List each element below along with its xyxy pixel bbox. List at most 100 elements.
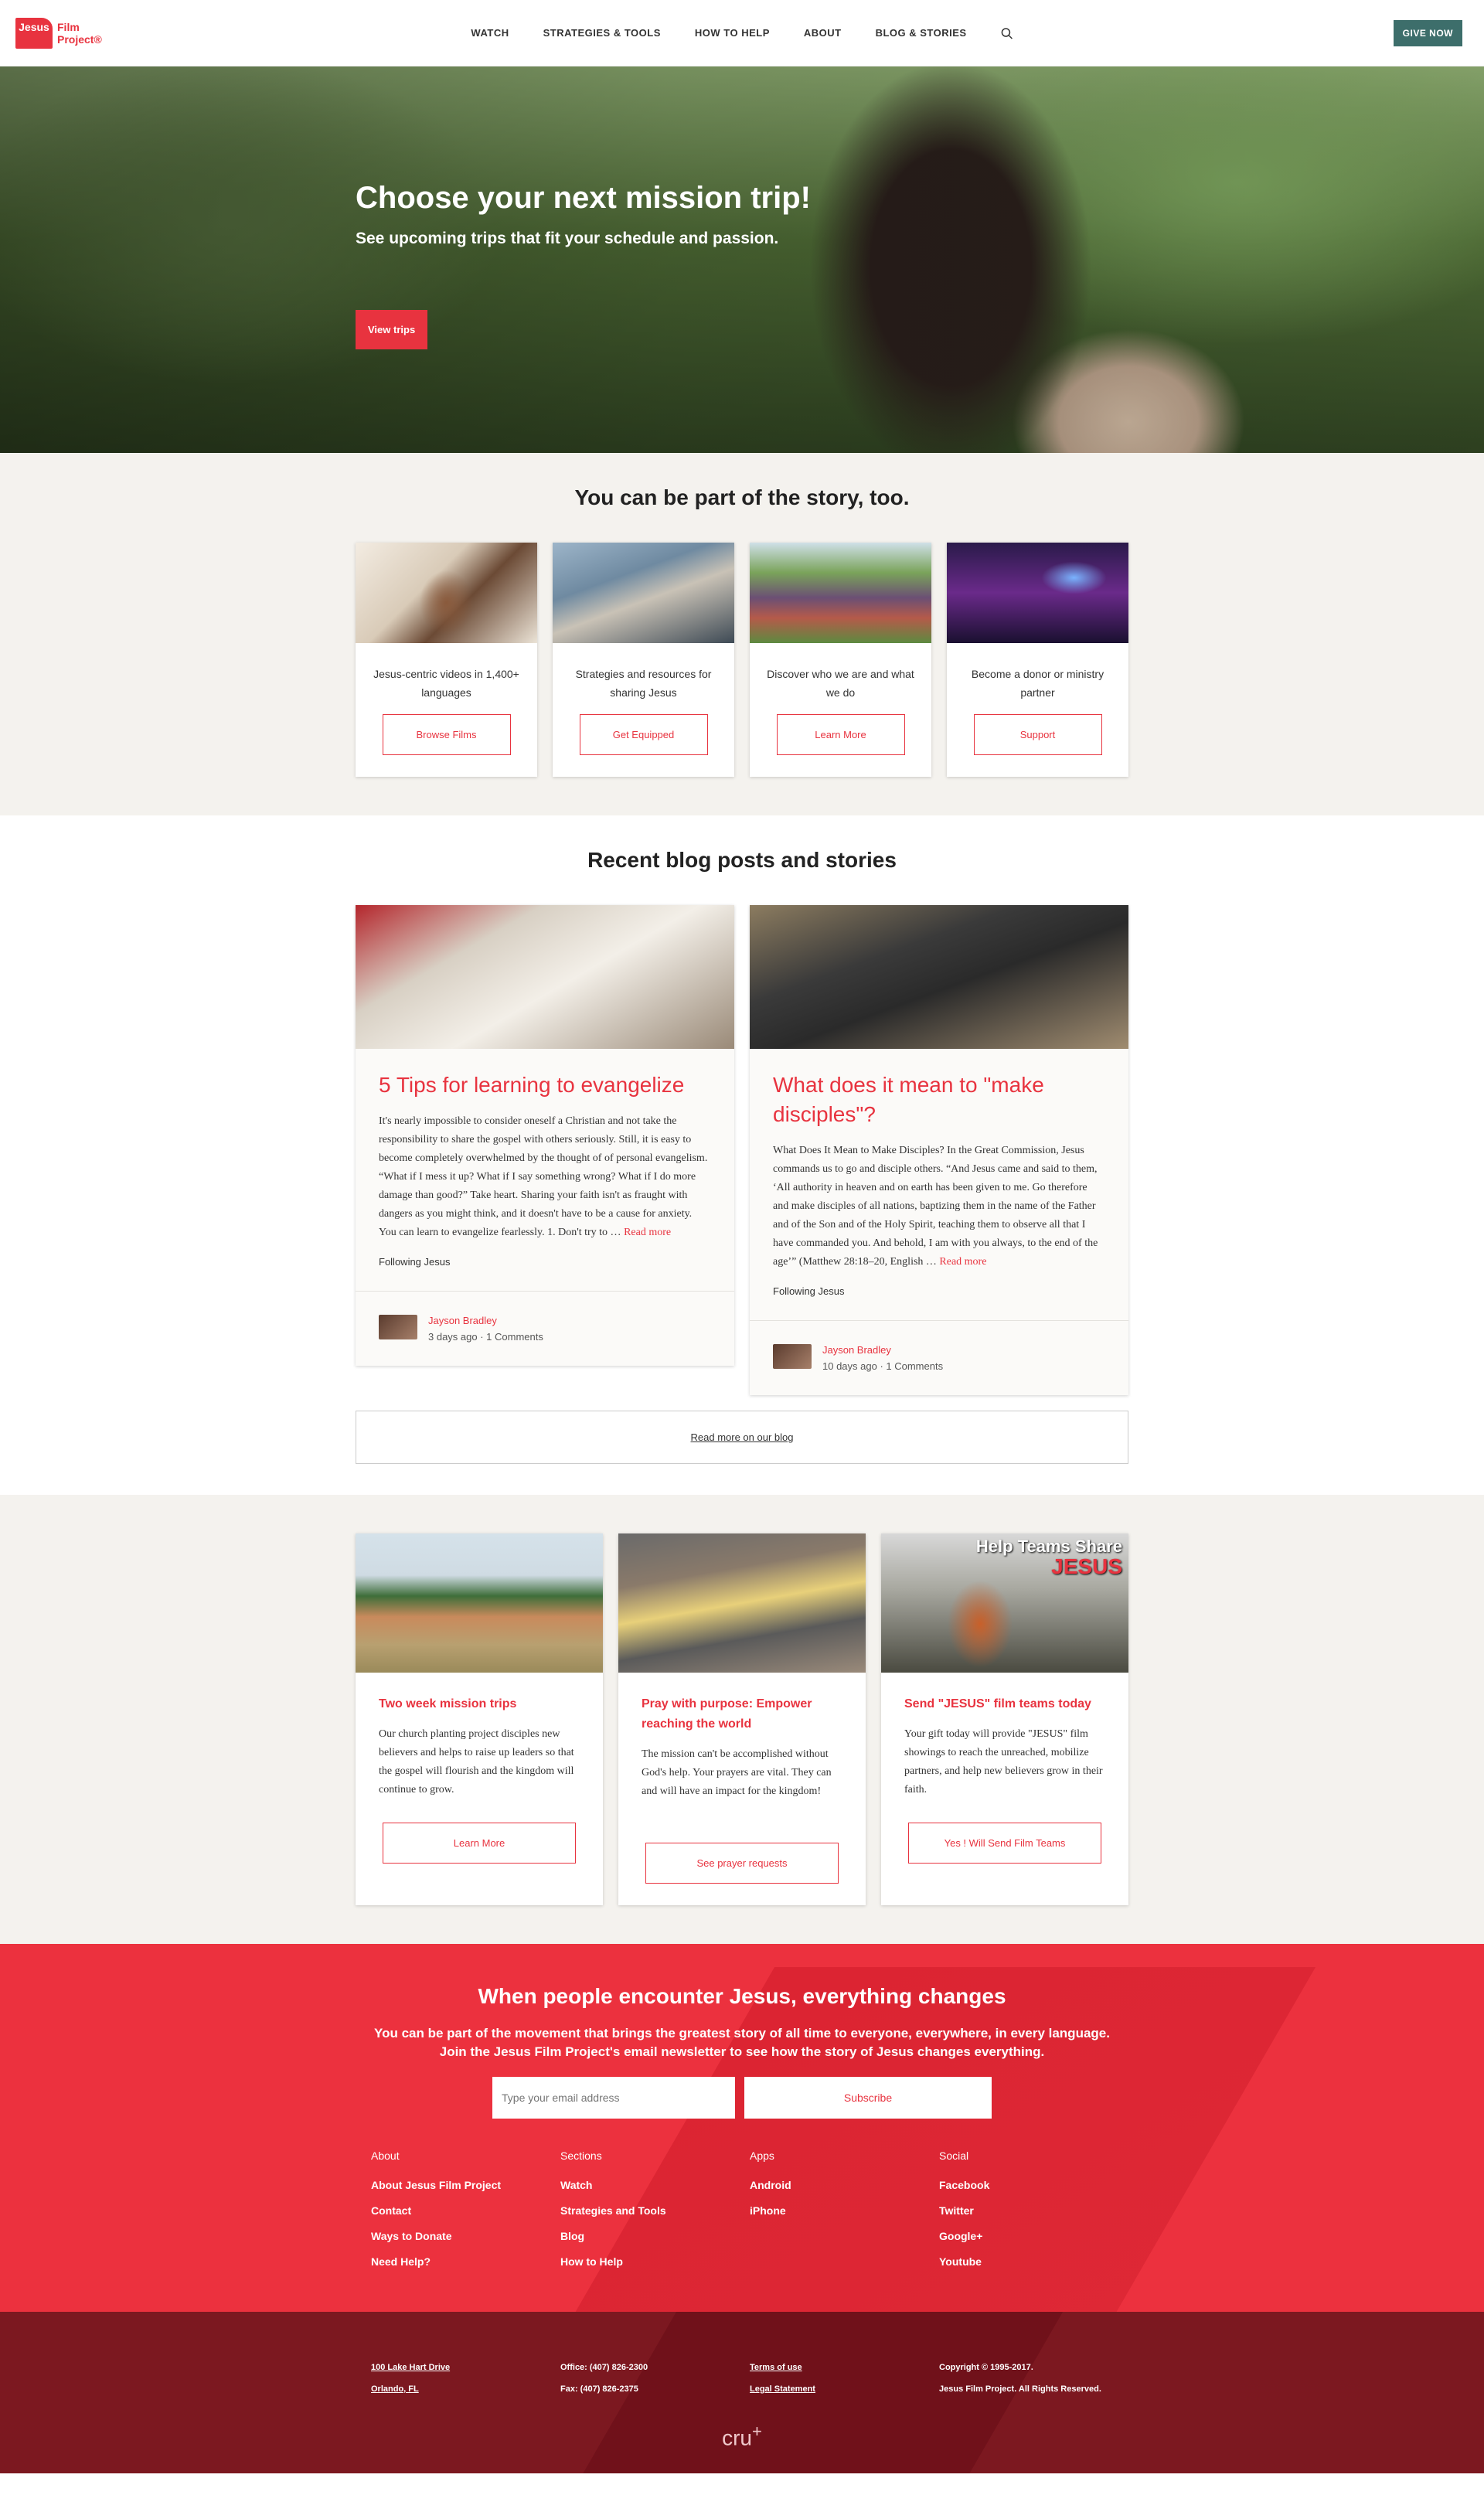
footer-link[interactable]: Need Help? [371,2255,560,2268]
search-icon[interactable] [1001,27,1013,39]
browse-films-button[interactable]: Browse Films [382,714,511,755]
nav-how-to-help[interactable]: HOW TO HELP [695,27,770,39]
promo-card-pray: Pray with purpose: Empower reaching the … [618,1533,866,1905]
footer-link[interactable]: Youtube [939,2255,1128,2268]
blog-meta: 3 days ago · 1 Comments [428,1331,543,1343]
footer-bottom: 100 Lake Hart Drive Orlando, FL Office: … [0,2312,1484,2474]
blog-title: Recent blog posts and stories [587,848,897,872]
give-now-button[interactable]: GIVE NOW [1393,19,1462,46]
promo-title: Two week mission trips [379,1697,517,1710]
blog-section: Recent blog posts and stories 5 Tips for… [0,815,1484,1495]
footer-link[interactable]: Watch [560,2179,750,2191]
card-get-equipped: Strategies and resources for sharing Jes… [553,543,734,777]
blog-post-title[interactable]: 5 Tips for learning to evangelize [379,1070,711,1100]
footer-col-apps: Apps Android iPhone [750,2149,939,2281]
newsletter-title: When people encounter Jesus, everything … [478,1984,1006,2008]
see-prayer-requests-button[interactable]: See prayer requests [645,1843,839,1884]
group-conversation-image [750,905,1128,1049]
hero-subtitle: See upcoming trips that fit your schedul… [356,230,779,247]
get-equipped-button[interactable]: Get Equipped [579,714,708,755]
newsletter-footer: When people encounter Jesus, everything … [0,1944,1484,2312]
promo-learn-more-button[interactable]: Learn More [383,1823,576,1864]
card-text: Discover who we are and what we do [767,668,914,699]
mission-building-image [356,1533,603,1673]
cru-logo[interactable]: cru+ [0,2422,1484,2450]
street-crowd-image [618,1533,866,1673]
footer-link[interactable]: Twitter [939,2204,1128,2217]
conference-image [947,543,1128,643]
students-writing-image [356,905,734,1049]
send-film-teams-button[interactable]: Yes ! Will Send Film Teams [908,1823,1101,1864]
blog-author[interactable]: Jayson Bradley [428,1315,543,1326]
group-photo-image [750,543,931,643]
footer-col-social: Social Facebook Twitter Google+ Youtube [939,2149,1128,2281]
email-field[interactable] [492,2077,735,2119]
footer-link[interactable]: Contact [371,2204,560,2217]
footer-link[interactable]: Google+ [939,2230,1128,2242]
support-button[interactable]: Support [973,714,1102,755]
blog-post-title[interactable]: What does it mean to "make disciples"? [773,1070,1105,1129]
footer-link[interactable]: iPhone [750,2204,939,2217]
footer-link[interactable]: Ways to Donate [371,2230,560,2242]
nav-watch[interactable]: WATCH [471,27,509,39]
logo-mark: Jesus [15,17,53,49]
overlay-line-2: JESUS [1051,1554,1122,1578]
blog-excerpt: It's nearly impossible to consider onese… [379,1115,708,1238]
subscribe-button[interactable]: Subscribe [744,2077,992,2119]
nav-strategies[interactable]: STRATEGIES & TOOLS [543,27,661,39]
logo-line-1: Film [57,20,80,33]
story-title: You can be part of the story, too. [574,485,910,509]
avatar [379,1315,417,1339]
blog-meta: 10 days ago · 1 Comments [822,1360,944,1372]
copyright-line-2: Jesus Film Project. All Rights Reserved. [939,2384,1101,2394]
site-logo[interactable]: Jesus Film Project® [15,17,102,49]
film-team-image: Help Teams Share JESUS [881,1533,1128,1673]
footer-link[interactable]: Facebook [939,2179,1128,2191]
story-section: You can be part of the story, too. Jesus… [0,453,1484,815]
cross-icon: + [752,2422,762,2441]
footer-link[interactable]: Strategies and Tools [560,2204,750,2217]
promo-desc: Our church planting project disciples ne… [379,1728,574,1796]
terms-link[interactable]: Terms of use [750,2357,939,2378]
jesus-illustration-image [356,543,537,643]
site-header: Jesus Film Project® WATCH STRATEGIES & T… [0,0,1484,66]
blog-category[interactable]: Following Jesus [379,1256,711,1268]
address-line-1[interactable]: 100 Lake Hart Drive [371,2357,560,2378]
footer-heading: Apps [750,2149,774,2162]
main-nav: WATCH STRATEGIES & TOOLS HOW TO HELP ABO… [471,27,1013,39]
promo-title: Pray with purpose: Empower reaching the … [642,1697,812,1731]
card-text: Jesus-centric videos in 1,400+ languages [373,668,519,699]
footer-link[interactable]: How to Help [560,2255,750,2268]
nav-blog[interactable]: BLOG & STORIES [876,27,967,39]
legal-link[interactable]: Legal Statement [750,2378,939,2400]
copyright-line-1: Copyright © 1995-2017. [939,2363,1033,2372]
footer-link[interactable]: Android [750,2179,939,2191]
promo-card-mission-trips: Two week mission trips Our church planti… [356,1533,603,1905]
newsletter-sub-2: Join the Jesus Film Project's email news… [439,2044,1045,2059]
footer-link[interactable]: About Jesus Film Project [371,2179,560,2191]
nav-about[interactable]: ABOUT [804,27,842,39]
view-trips-button[interactable]: View trips [356,310,428,349]
promo-desc: The mission can't be accomplished withou… [642,1748,832,1797]
learn-more-button[interactable]: Learn More [776,714,905,755]
hero-banner: Choose your next mission trip! See upcom… [0,66,1484,453]
card-support: Become a donor or ministry partner Suppo… [947,543,1128,777]
blog-card[interactable]: 5 Tips for learning to evangelize It's n… [356,905,734,1366]
card-text: Strategies and resources for sharing Jes… [575,668,712,699]
footer-link[interactable]: Blog [560,2230,750,2242]
blog-excerpt: What Does It Mean to Make Disciples? In … [773,1145,1098,1268]
promo-title: Send "JESUS" film teams today [904,1697,1091,1710]
footer-col-sections: Sections Watch Strategies and Tools Blog… [560,2149,750,2281]
card-text: Become a donor or ministry partner [971,668,1104,699]
blog-card[interactable]: What does it mean to "make disciples"? W… [750,905,1128,1395]
address-line-2[interactable]: Orlando, FL [371,2378,560,2400]
footer-heading: Sections [560,2149,602,2162]
blog-category[interactable]: Following Jesus [773,1285,1105,1297]
read-more-link[interactable]: Read more [624,1227,671,1238]
blog-author[interactable]: Jayson Bradley [822,1344,943,1356]
read-more-link[interactable]: Read more [939,1256,986,1268]
promo-section: Two week mission trips Our church planti… [0,1495,1484,1944]
promo-desc: Your gift today will provide "JESUS" fil… [904,1728,1103,1796]
car-conversation-image [553,543,734,643]
read-more-blog-button[interactable]: Read more on our blog [356,1411,1128,1464]
